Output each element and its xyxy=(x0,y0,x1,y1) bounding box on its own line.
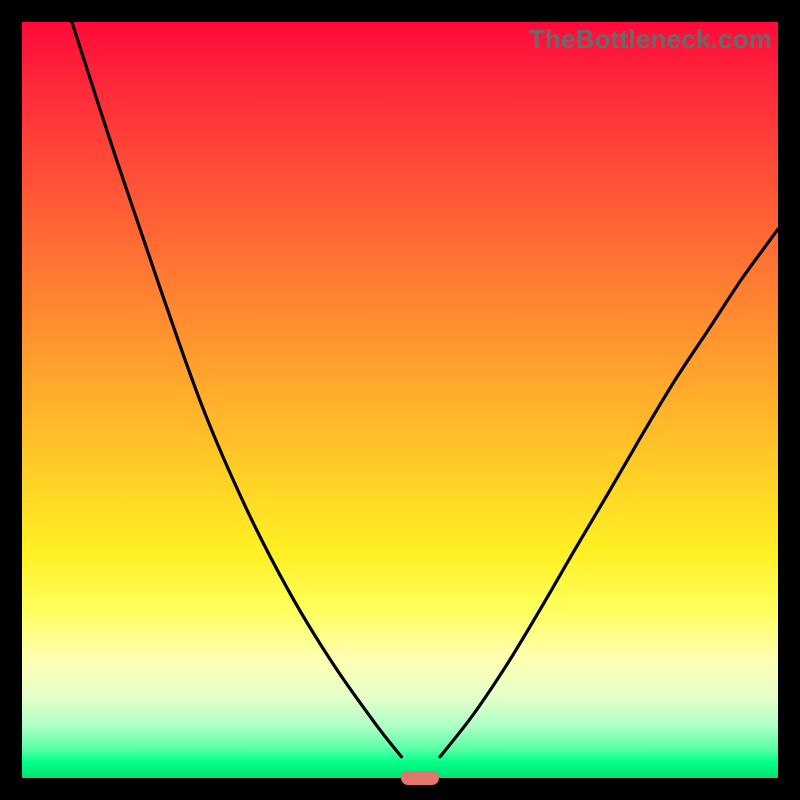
curve-right xyxy=(440,229,778,757)
plot-area: TheBottleneck.com xyxy=(22,22,778,778)
bottom-marker xyxy=(401,771,439,785)
chart-frame: TheBottleneck.com xyxy=(0,0,800,800)
curve-left xyxy=(72,22,402,757)
curve-layer xyxy=(22,22,778,778)
